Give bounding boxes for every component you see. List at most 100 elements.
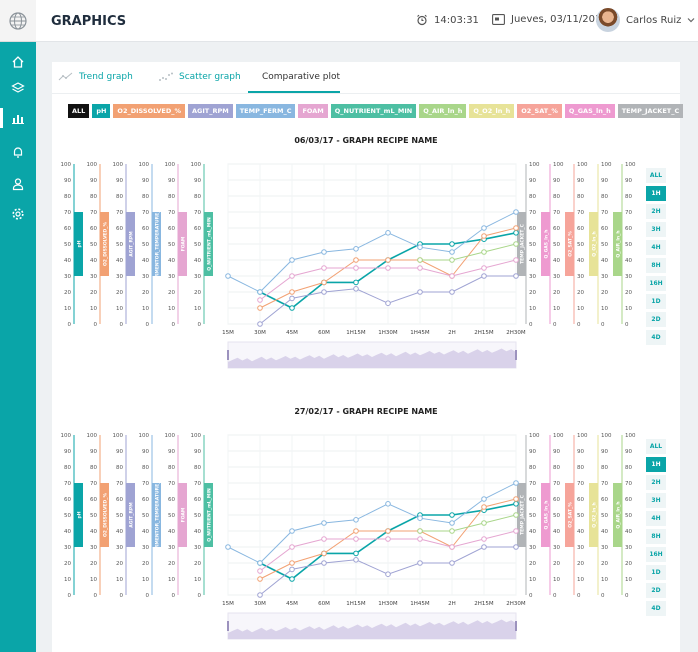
filter-chip-all[interactable]: ALL [68, 104, 90, 118]
filter-chip-q-nutrient-ml-min[interactable]: Q_NUTRIENT_mL_MIN [330, 104, 417, 118]
y-tick-label: 40 [64, 529, 71, 535]
y-tick-label: 10 [168, 577, 175, 583]
range-btn-2h[interactable]: 2H [646, 204, 666, 219]
sidebar-item-home[interactable] [0, 50, 36, 74]
y-tick-label: 60 [529, 497, 536, 503]
y-tick-label: 30 [553, 274, 560, 280]
y-tick-label: 0 [625, 322, 629, 328]
axis-label: AGIT_RPM [129, 502, 135, 528]
tab-comparative-plot[interactable]: Comparative plot [262, 72, 340, 82]
data-point [481, 249, 487, 255]
axis-label: Q_O2_ln_h [592, 231, 598, 256]
sidebar-item-layers[interactable] [0, 76, 36, 100]
y-tick-label: 100 [113, 162, 124, 168]
y-tick-label: 70 [529, 210, 536, 216]
sidebar-item-alarms[interactable] [0, 140, 36, 164]
x-tick-label: 2H [448, 330, 456, 336]
y-tick-label: 80 [529, 194, 536, 200]
y-tick-label: 50 [553, 513, 560, 519]
y-tick-label: 30 [529, 545, 536, 551]
range-btn-4d[interactable]: 4D [646, 330, 666, 345]
y-tick-label: 50 [194, 242, 201, 248]
x-tick-label: 30M [254, 330, 266, 336]
user-menu[interactable]: Carlos Ruiz [596, 8, 695, 32]
y-tick-label: 0 [553, 593, 557, 599]
data-point [321, 550, 327, 557]
axis-label: FERMENTOR_TEMPERATURE_ºC [155, 475, 161, 554]
y-tick-label: 90 [168, 449, 175, 455]
y-tick-label: 100 [553, 433, 564, 439]
filter-chip-temp-jacket-c[interactable]: TEMP_JACKET_C [617, 104, 684, 118]
data-point [481, 496, 487, 502]
range-btn-1d[interactable]: 1D [646, 294, 666, 309]
range-btn-2d[interactable]: 2D [646, 312, 666, 327]
data-point [289, 305, 295, 311]
data-point [257, 568, 263, 574]
data-point [481, 225, 487, 231]
sidebar-item-settings[interactable] [0, 202, 36, 226]
filter-chip-q-o2-ln-h[interactable]: Q_O2_ln_h [469, 104, 515, 118]
y-tick-label: 100 [113, 433, 124, 439]
range-btn-2h[interactable]: 2H [646, 475, 666, 490]
x-tick-label: 1H15M [346, 330, 366, 336]
range-btn-2d[interactable]: 2D [646, 583, 666, 598]
filter-chip-ph[interactable]: pH [92, 104, 111, 118]
data-point [481, 520, 487, 526]
range-btn-8h[interactable]: 8H [646, 529, 666, 544]
y-tick-label: 60 [577, 226, 584, 232]
y-tick-label: 60 [194, 226, 201, 232]
filter-chip-q-air-ln-h[interactable]: Q_AIR_ln_h [419, 104, 467, 118]
app-logo[interactable] [0, 0, 36, 42]
data-point [385, 528, 391, 534]
range-btn-1h[interactable]: 1H [646, 186, 666, 201]
data-point [225, 544, 231, 550]
user-name: Carlos Ruiz [626, 14, 682, 26]
range-btn-all[interactable]: ALL [646, 168, 666, 183]
range-btn-3h[interactable]: 3H [646, 493, 666, 508]
range-btn-8h[interactable]: 8H [646, 258, 666, 273]
filter-chip-o2-sat-[interactable]: O2_SAT_% [517, 104, 562, 118]
data-point [449, 512, 455, 518]
y-tick-label: 40 [168, 258, 175, 264]
filter-chip-o2-dissolved-[interactable]: O2_DISSOLVED_% [113, 104, 186, 118]
range-btn-4h[interactable]: 4H [646, 511, 666, 526]
axis-label: O2_SAT_% [568, 231, 574, 257]
data-point [257, 305, 263, 311]
range-btn-3h[interactable]: 3H [646, 222, 666, 237]
range-btn-16h[interactable]: 16H [646, 547, 666, 562]
data-point [481, 265, 487, 271]
sidebar-item-users[interactable] [0, 172, 36, 196]
y-tick-label: 100 [625, 433, 636, 439]
y-tick-label: 60 [116, 226, 123, 232]
range-btn-1d[interactable]: 1D [646, 565, 666, 580]
graphics-panel: Trend graph Scatter graph Comparative pl… [52, 62, 684, 652]
data-point [449, 257, 455, 263]
range-btn-1h[interactable]: 1H [646, 457, 666, 472]
range-btn-4h[interactable]: 4H [646, 240, 666, 255]
tab-scatter-graph[interactable]: Scatter graph [158, 72, 241, 82]
y-tick-label: 10 [90, 577, 97, 583]
range-btn-16h[interactable]: 16H [646, 276, 666, 291]
y-tick-label: 0 [577, 593, 581, 599]
y-tick-label: 80 [601, 465, 608, 471]
filter-chip-temp-ferm-c[interactable]: TEMP_FERM_C [235, 104, 296, 118]
current-date: Jueves, 03/11/2016 [511, 14, 608, 25]
y-tick-label: 20 [168, 561, 175, 567]
data-point [257, 560, 263, 566]
y-tick-label: 60 [90, 226, 97, 232]
data-point [257, 321, 263, 327]
axis-label: Q_GAS_ln_h [544, 501, 550, 530]
filter-chip-foam[interactable]: FOAM [298, 104, 328, 118]
filter-chip-q-gas-ln-h[interactable]: Q_GAS_ln_h [564, 104, 615, 118]
filter-chip-agit-rpm[interactable]: AGIT_RPM [188, 104, 233, 118]
y-tick-label: 50 [601, 242, 608, 248]
y-tick-label: 10 [553, 577, 560, 583]
tab-trend-graph[interactable]: Trend graph [58, 72, 133, 82]
range-btn-all[interactable]: ALL [646, 439, 666, 454]
y-tick-label: 40 [142, 529, 149, 535]
data-point [513, 209, 519, 215]
y-tick-label: 50 [529, 513, 536, 519]
y-tick-label: 70 [625, 481, 632, 487]
range-btn-4d[interactable]: 4D [646, 601, 666, 616]
sidebar-item-charts[interactable] [0, 106, 36, 130]
